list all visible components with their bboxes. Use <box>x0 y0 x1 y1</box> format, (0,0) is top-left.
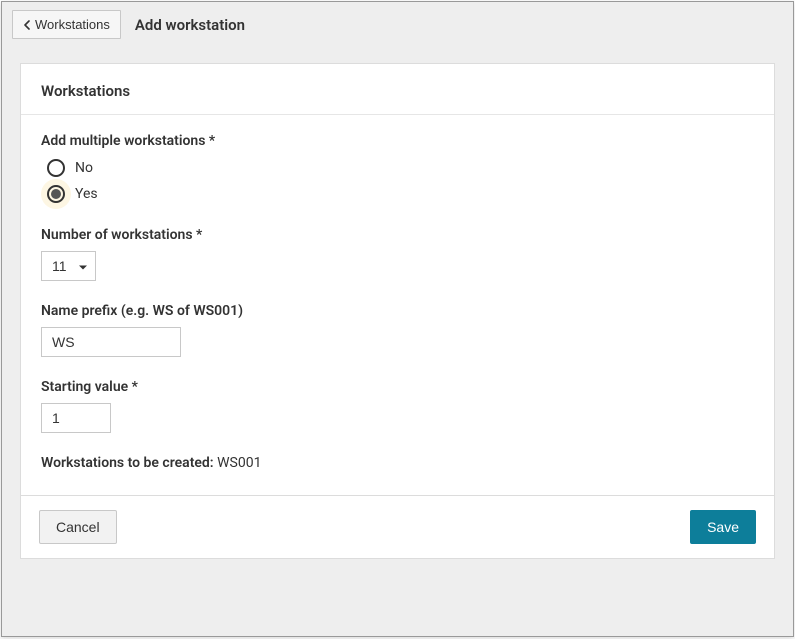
workstations-panel: Workstations Add multiple workstations *… <box>20 63 775 496</box>
number-of-workstations-select[interactable]: 11 <box>41 251 96 281</box>
radio-no-label: No <box>75 160 93 176</box>
radio-icon <box>47 159 65 177</box>
cancel-button[interactable]: Cancel <box>39 510 117 544</box>
radio-icon <box>47 185 65 203</box>
back-button-label: Workstations <box>35 17 110 32</box>
name-prefix-label: Name prefix (e.g. WS of WS001) <box>41 303 754 319</box>
radio-yes[interactable]: Yes <box>47 183 754 205</box>
radio-selected-icon <box>51 189 61 199</box>
number-of-workstations-label: Number of workstations * <box>41 227 754 243</box>
field-add-multiple: Add multiple workstations * No Yes <box>41 133 754 205</box>
add-multiple-label: Add multiple workstations * <box>41 133 754 149</box>
save-button[interactable]: Save <box>690 510 756 544</box>
form-footer: Cancel Save <box>20 496 775 559</box>
summary-value: WS001 <box>217 455 261 471</box>
back-to-workstations-button[interactable]: Workstations <box>12 10 121 39</box>
panel-title: Workstations <box>41 82 754 100</box>
radio-yes-label: Yes <box>75 186 98 202</box>
radio-no[interactable]: No <box>47 157 754 179</box>
chevron-left-icon <box>23 20 31 30</box>
panel-header: Workstations <box>21 64 774 115</box>
name-prefix-input[interactable] <box>41 327 181 357</box>
topbar: Workstations Add workstation <box>2 2 793 49</box>
field-number-of-workstations: Number of workstations * 11 <box>41 227 754 281</box>
page-title: Add workstation <box>135 16 245 34</box>
summary-line: Workstations to be created: WS001 <box>41 455 754 471</box>
field-starting-value: Starting value * <box>41 379 754 433</box>
starting-value-label: Starting value * <box>41 379 754 395</box>
starting-value-input[interactable] <box>41 403 111 433</box>
summary-label: Workstations to be created: <box>41 455 217 471</box>
field-name-prefix: Name prefix (e.g. WS of WS001) <box>41 303 754 357</box>
